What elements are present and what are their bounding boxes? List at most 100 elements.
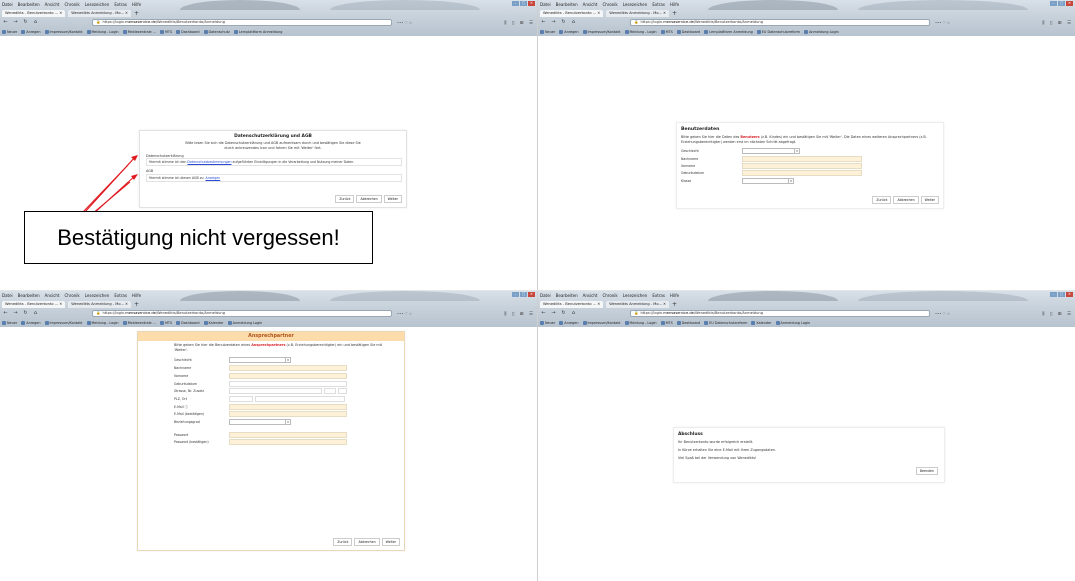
lastname-input[interactable] [229,365,347,372]
bookmark-item[interactable]: Impressum/Kontakt [44,320,83,325]
menu-item[interactable]: Hilfe [670,1,679,8]
next-button[interactable]: Weiter [920,196,939,204]
menu-item[interactable]: Extras [114,1,127,8]
agb-link[interactable]: Anzeigen [206,176,221,180]
bookmark-item[interactable]: Anmeldung Login [804,29,839,34]
home-icon[interactable]: ⌂ [32,309,39,318]
maximize-button[interactable]: □ [1058,292,1065,297]
bookmark-item[interactable]: Kalender [751,320,772,325]
bookmark-item[interactable]: Dashboard [176,320,200,325]
minimize-button[interactable]: – [1050,1,1057,6]
bookmark-item[interactable]: Dashboard [676,320,700,325]
reload-icon[interactable]: ↻ [22,18,29,27]
forward-arrow-icon[interactable]: → [12,18,19,27]
birthdate-input[interactable] [229,380,347,387]
back-arrow-icon[interactable]: ← [540,18,547,27]
street-input[interactable] [229,388,322,395]
maximize-button[interactable]: □ [520,1,527,6]
back-arrow-icon[interactable]: ← [2,309,9,318]
back-button[interactable]: Zurück [335,195,355,203]
back-arrow-icon[interactable]: ← [540,309,547,318]
bookmark-item[interactable]: Anmeldung Login [775,320,810,325]
menu-item[interactable]: Extras [114,292,127,299]
bookmark-item[interactable]: MTS [660,320,673,325]
bookmark-item[interactable]: Neuer [2,320,17,325]
password-confirm-input[interactable] [229,439,347,446]
menu-item[interactable]: Chronik [64,292,79,299]
browser-tab[interactable]: Wenedikts - Benutzerkonto ... ✕ [2,300,66,308]
cancel-button[interactable]: Abbrechen [356,195,382,203]
bookmark-item[interactable]: Anregen [21,29,41,34]
page-actions-icon[interactable]: ••• ♡ ☆ [935,21,950,25]
new-tab-button[interactable]: + [134,10,139,17]
bookmark-item[interactable]: Meldung - Login [624,320,657,325]
menu-item[interactable]: Extras [652,292,665,299]
reload-icon[interactable]: ↻ [560,18,567,27]
forward-arrow-icon[interactable]: → [550,309,557,318]
cancel-button[interactable]: Abbrechen [354,538,380,546]
menu-item[interactable]: Hilfe [670,292,679,299]
bookmark-item[interactable]: Neuer [2,29,17,34]
back-button[interactable]: Zurück [872,196,892,204]
browser-tab[interactable]: Wenedikts - Benutzerkonto ... ✕ [540,300,604,308]
bookmark-item[interactable]: Anmeldung Login [227,320,262,325]
bookmark-item[interactable]: Kalender [203,320,224,325]
browser-tab[interactable]: Wenedikts Anmeldung - Mo... ✕ [68,9,132,17]
bookmark-item[interactable]: MTS [660,29,673,34]
bookmark-item[interactable]: Meldezentrale ... [122,29,156,34]
bookmark-item[interactable]: Meldung - Login [624,29,657,34]
bookmark-item[interactable]: Neuer [540,29,555,34]
relationship-select[interactable]: ▾ [229,418,291,425]
firstname-input[interactable] [742,163,862,170]
minimize-button[interactable]: – [1050,292,1057,297]
gender-select[interactable]: ▾ [229,357,291,364]
menu-item[interactable]: Lesezeichen [85,1,110,8]
menu-item[interactable]: Hilfe [132,292,141,299]
bookmark-item[interactable]: Impressum/Kontakt [582,320,621,325]
email-input[interactable] [229,403,347,410]
menu-item[interactable]: Ansicht [45,1,60,8]
browser-tab[interactable]: Wenedikts Anmeldung - Mo... ✕ [606,9,670,17]
bookmark-item[interactable]: EU Datenschutzreform [756,29,800,34]
birthdate-input[interactable] [742,170,862,177]
menu-item[interactable]: Bearbeiten [18,1,40,8]
maximize-button[interactable]: □ [520,292,527,297]
bookmark-item[interactable]: Datenschutz [203,29,230,34]
back-button[interactable]: Zurück [333,538,353,546]
toolbar-icons[interactable]: ⫼ ▯ ⊞ ☰ [1042,20,1073,26]
next-button[interactable]: Weiter [383,195,402,203]
menu-item[interactable]: Extras [652,1,665,8]
agb-consent-box[interactable]: Hiermit stimme ich diesen AGB zu: Anzeig… [146,174,402,183]
menu-item[interactable]: Ansicht [583,292,598,299]
bookmark-item[interactable]: Lernplattform Anmeldung [233,29,282,34]
url-bar[interactable]: 🔒 https://login.mensaservice.de/Wenedikts… [92,310,392,317]
bookmark-item[interactable]: Anregen [559,320,579,325]
page-actions-icon[interactable]: ••• ♡ ☆ [397,312,412,316]
menu-item[interactable]: Lesezeichen [623,292,648,299]
menu-item[interactable]: Datei [540,1,551,8]
reload-icon[interactable]: ↻ [22,309,29,318]
email-confirm-input[interactable] [229,411,347,418]
menu-item[interactable]: Datei [2,1,13,8]
page-actions-icon[interactable]: ••• ♡ ☆ [397,21,412,25]
bookmark-item[interactable]: EU Datenschutzreform [704,320,747,325]
bookmark-item[interactable]: Dashboard [676,29,700,34]
url-bar[interactable]: 🔒 https://login.mensaservice.de/Wenedikts… [630,310,930,317]
gender-select[interactable]: ▾ [742,148,800,155]
bookmark-item[interactable]: MTS [159,320,172,325]
city-input[interactable] [255,395,345,402]
bookmark-item[interactable]: Meldung - Login [86,320,119,325]
new-tab-button[interactable]: + [672,10,677,17]
page-actions-icon[interactable]: ••• ♡ ☆ [935,312,950,316]
home-icon[interactable]: ⌂ [570,18,577,27]
home-icon[interactable]: ⌂ [32,18,39,27]
toolbar-icons[interactable]: ⫼ ▯ ⊞ ☰ [504,311,535,317]
menu-item[interactable]: Ansicht [583,1,598,8]
menu-item[interactable]: Datei [2,292,13,299]
close-window-button[interactable]: ✕ [1066,1,1073,6]
toolbar-icons[interactable]: ⫼ ▯ ⊞ ☰ [1042,311,1073,317]
back-arrow-icon[interactable]: ← [2,18,9,27]
forward-arrow-icon[interactable]: → [550,18,557,27]
maximize-button[interactable]: □ [1058,1,1065,6]
class-select[interactable]: ▾ [742,177,794,184]
